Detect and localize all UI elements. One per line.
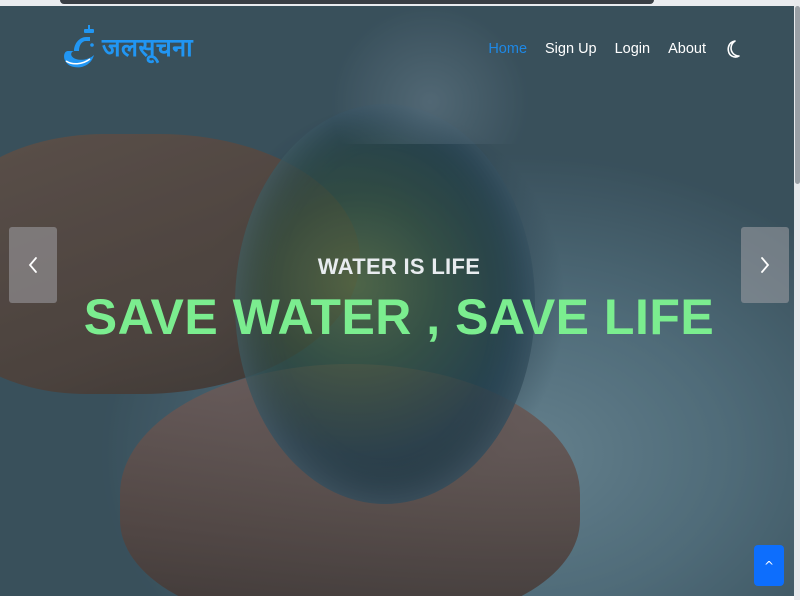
bottom-strip <box>0 596 800 600</box>
browser-top-strip <box>0 0 800 6</box>
back-to-top-button[interactable]: ^ <box>754 545 784 586</box>
scrollbar-thumb[interactable] <box>795 6 800 184</box>
carousel-title: SAVE WATER , SAVE LIFE <box>83 289 715 345</box>
page-scrollbar[interactable] <box>794 0 800 600</box>
swan-faucet-logo-icon <box>64 25 94 68</box>
nav-link-home[interactable]: Home <box>488 41 527 57</box>
page: जलसूचना Home Sign Up Login About WATER I… <box>0 0 800 600</box>
main-nav: Home Sign Up Login About <box>488 38 742 60</box>
brand-name: जलसूचना <box>102 33 194 62</box>
nav-link-login[interactable]: Login <box>615 41 650 57</box>
carousel-subtitle: WATER IS LIFE <box>317 254 481 279</box>
nav-link-about[interactable]: About <box>668 41 706 57</box>
moon-icon[interactable] <box>724 38 742 60</box>
chevron-up-icon: ^ <box>763 558 775 573</box>
nav-link-sign-up[interactable]: Sign Up <box>545 41 597 57</box>
brand-logo[interactable]: जलसूचना <box>60 18 193 76</box>
top-bar <box>60 0 654 4</box>
